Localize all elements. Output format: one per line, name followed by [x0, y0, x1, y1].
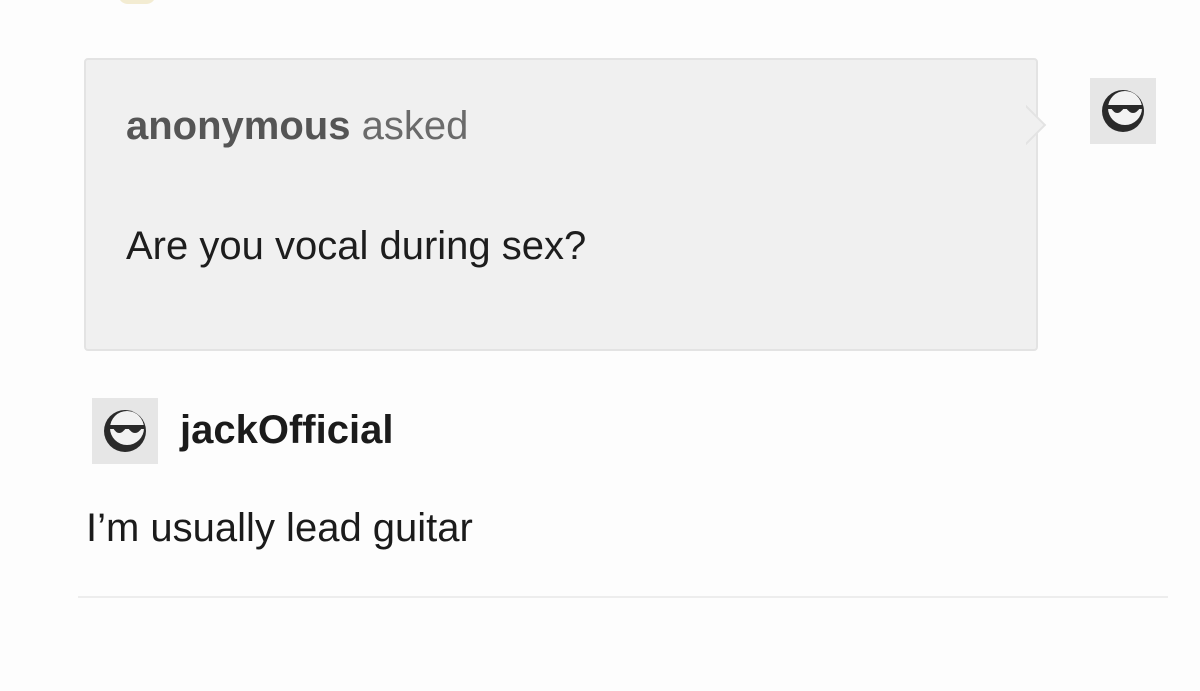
ask-box: anonymous asked Are you vocal during sex…	[84, 58, 1038, 351]
recipient-avatar[interactable]	[1090, 78, 1156, 144]
post-divider	[78, 596, 1168, 598]
ask-pointer	[1026, 104, 1060, 146]
asker-name: anonymous	[126, 104, 351, 148]
sunglasses-avatar-icon	[1102, 90, 1144, 132]
answer-text: I’m usually lead guitar	[86, 506, 473, 550]
sunglasses-avatar-icon	[104, 410, 146, 452]
tumblr-post: anonymous asked Are you vocal during sex…	[0, 0, 1200, 691]
ask-verb: asked	[361, 104, 469, 148]
answerer-username-link[interactable]: jackOfficial	[180, 408, 393, 453]
asker-line: anonymous asked	[126, 104, 468, 149]
cropped-post-fragment	[118, 0, 156, 4]
question-text: Are you vocal during sex?	[126, 224, 587, 268]
answerer-avatar[interactable]	[92, 398, 158, 464]
